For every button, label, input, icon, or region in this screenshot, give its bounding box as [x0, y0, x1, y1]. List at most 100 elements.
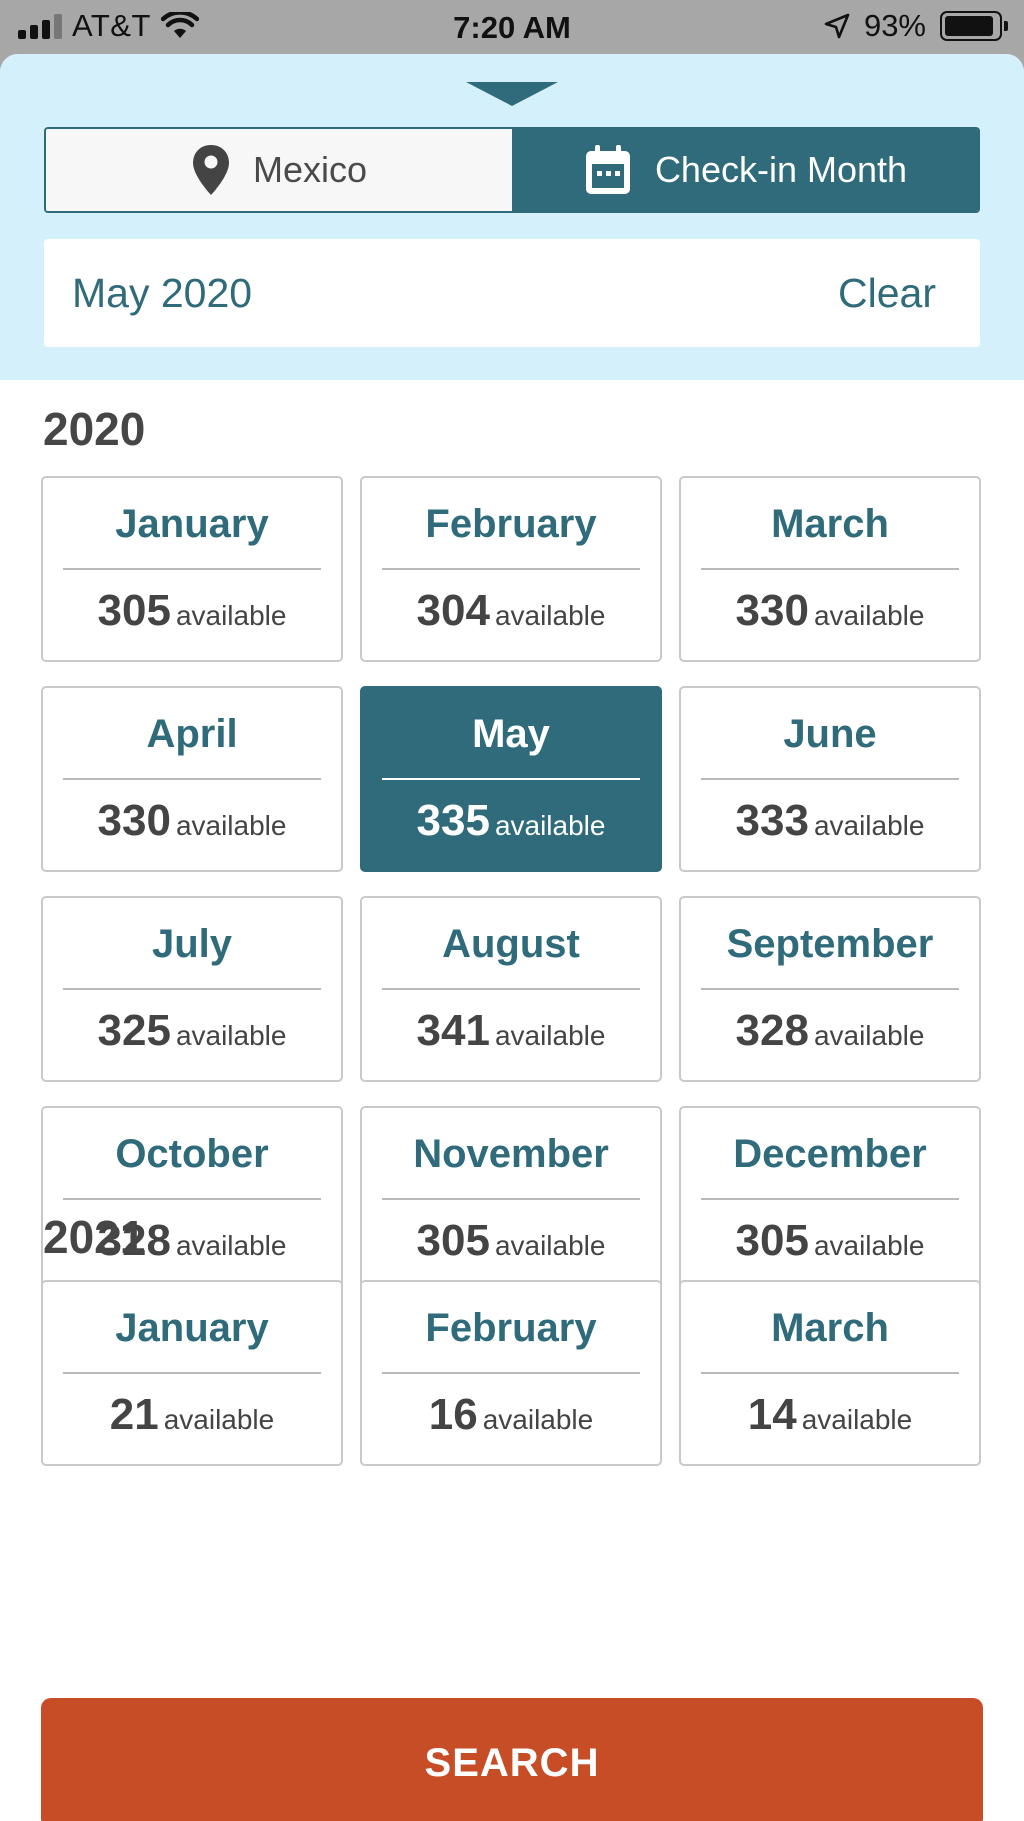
month-divider	[701, 778, 959, 780]
month-name: July	[151, 922, 233, 966]
month-card[interactable]: May 335 available	[360, 686, 662, 872]
month-divider	[63, 778, 321, 780]
month-availability: 14 available	[681, 1390, 979, 1440]
available-label: available	[813, 600, 925, 631]
available-label: available	[494, 1020, 606, 1051]
month-availability: 305 available	[362, 1216, 660, 1266]
filter-segmented-control: Mexico Check-in Month	[44, 127, 980, 213]
battery-icon	[940, 11, 1008, 41]
available-count: 335	[416, 796, 490, 845]
month-divider	[63, 568, 321, 570]
month-card[interactable]: March 14 available	[679, 1280, 981, 1466]
available-count: 16	[428, 1390, 478, 1439]
available-label: available	[494, 600, 606, 631]
available-label: available	[801, 1404, 913, 1435]
available-count: 333	[735, 796, 809, 845]
month-divider	[701, 988, 959, 990]
available-label: available	[494, 1230, 606, 1261]
available-count: 305	[416, 1216, 490, 1265]
month-availability: 304 available	[362, 586, 660, 636]
month-name: May	[472, 712, 550, 756]
month-grid-2020: January 305 available February 304 available M…	[41, 476, 983, 1292]
month-picker-sheet: Mexico Check-in Month May 2020 Clear 202…	[0, 54, 1024, 1821]
available-label: available	[175, 1230, 287, 1261]
month-name: December	[733, 1132, 927, 1176]
status-right: 93%	[824, 8, 1008, 44]
month-card[interactable]: June 333 available	[679, 686, 981, 872]
available-count: 330	[735, 586, 809, 635]
available-count: 21	[109, 1390, 159, 1439]
available-label: available	[494, 810, 606, 841]
month-divider	[382, 988, 640, 990]
month-name: March	[771, 502, 889, 546]
month-card[interactable]: April 330 available	[41, 686, 343, 872]
available-label: available	[813, 1020, 925, 1051]
month-name: March	[771, 1306, 889, 1350]
year-heading: 2021	[43, 1211, 146, 1263]
month-card[interactable]: August 341 available	[360, 896, 662, 1082]
month-availability: 325 available	[43, 1006, 341, 1056]
available-count: 330	[97, 796, 171, 845]
month-availability: 16 available	[362, 1390, 660, 1440]
month-availability: 21 available	[43, 1390, 341, 1440]
tab-location-label: Mexico	[252, 149, 368, 190]
available-label: available	[175, 600, 287, 631]
month-card[interactable]: February 304 available	[360, 476, 662, 662]
footer: SEARCH	[0, 1650, 1024, 1821]
map-pin-icon	[192, 145, 229, 195]
selected-month-value: May 2020	[72, 269, 253, 316]
month-list[interactable]: 2020 January 305 available February 304 avail…	[0, 380, 1024, 1650]
battery-percent: 93%	[863, 8, 926, 43]
month-name: January	[115, 502, 269, 546]
month-name: April	[146, 712, 238, 756]
available-label: available	[163, 1404, 275, 1435]
month-card[interactable]: July 325 available	[41, 896, 343, 1082]
status-bar: AT&T 7:20 AM 93%	[0, 0, 1024, 54]
selected-month-display: May 2020 Clear	[44, 239, 980, 347]
year-heading: 2020	[43, 403, 146, 455]
month-name: February	[425, 502, 597, 546]
month-card[interactable]: January 21 available	[41, 1280, 343, 1466]
month-availability: 328 available	[681, 1006, 979, 1056]
location-arrow-icon	[824, 13, 850, 39]
month-divider	[63, 988, 321, 990]
month-availability: 305 available	[43, 586, 341, 636]
tab-location[interactable]: Mexico	[46, 129, 512, 211]
available-count: 304	[416, 586, 490, 635]
tab-check-in-month[interactable]: Check-in Month	[512, 129, 978, 211]
month-availability: 305 available	[681, 1216, 979, 1266]
month-card[interactable]: February 16 available	[360, 1280, 662, 1466]
month-divider	[701, 568, 959, 570]
month-card[interactable]: September 328 available	[679, 896, 981, 1082]
available-count: 328	[735, 1006, 809, 1055]
month-name: August	[442, 922, 580, 966]
month-availability: 335 available	[362, 796, 660, 846]
available-count: 14	[747, 1390, 797, 1439]
clear-button[interactable]: Clear	[838, 270, 936, 317]
month-name: February	[425, 1306, 597, 1350]
month-card[interactable]: March 330 available	[679, 476, 981, 662]
month-divider	[382, 778, 640, 780]
available-count: 305	[97, 586, 171, 635]
month-card[interactable]: January 305 available	[41, 476, 343, 662]
month-divider	[701, 1372, 959, 1374]
month-card[interactable]: October 328 available	[41, 1106, 343, 1292]
available-label: available	[482, 1404, 594, 1435]
month-divider	[63, 1372, 321, 1374]
month-availability: 333 available	[681, 796, 979, 846]
month-name: June	[783, 712, 877, 756]
search-button[interactable]: SEARCH	[41, 1698, 983, 1821]
month-name: November	[413, 1132, 609, 1176]
chevron-down-icon[interactable]	[466, 82, 558, 106]
month-availability: 330 available	[681, 586, 979, 636]
available-count: 305	[735, 1216, 809, 1265]
month-card[interactable]: December 305 available	[679, 1106, 981, 1292]
month-availability: 341 available	[362, 1006, 660, 1056]
month-grid-2021: January 21 available February 16 available Mar…	[41, 1280, 983, 1466]
month-card[interactable]: November 305 available	[360, 1106, 662, 1292]
filter-header: Mexico Check-in Month May 2020 Clear	[0, 54, 1024, 380]
available-label: available	[175, 1020, 287, 1051]
available-label: available	[813, 1230, 925, 1261]
month-name: January	[115, 1306, 269, 1350]
available-count: 325	[97, 1006, 171, 1055]
